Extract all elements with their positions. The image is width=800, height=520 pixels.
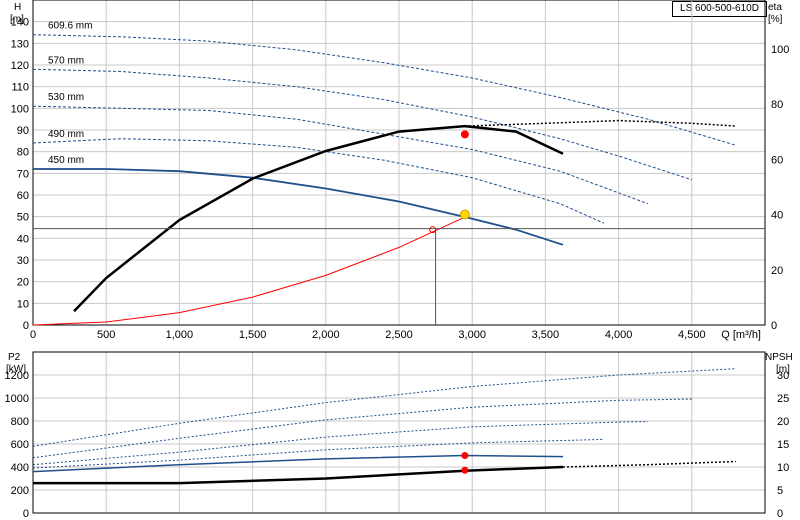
y-tick-label: 100 <box>11 103 29 115</box>
eta-tick-label: 60 <box>771 154 783 166</box>
y-axis-unit: [m] <box>10 14 24 25</box>
impeller-label: 450 mm <box>48 155 84 166</box>
x-axis-label: Q [m³/h] <box>721 329 761 341</box>
y-tick-label: 120 <box>11 60 29 72</box>
system-curve <box>32 216 466 326</box>
eta-tick-label: 80 <box>771 99 783 111</box>
impeller-label: 570 mm <box>48 55 84 66</box>
x-tick-label: 3,000 <box>458 329 486 341</box>
y-tick-label: 20 <box>17 277 29 289</box>
x-tick-label: 2,500 <box>385 329 413 341</box>
impeller-label: 530 mm <box>48 92 84 103</box>
power-marker <box>461 452 469 459</box>
power-tick-label: 800 <box>11 416 29 428</box>
efficiency-point <box>460 130 469 139</box>
x-tick-label: 1,000 <box>166 329 194 341</box>
npsh-tick-label: 15 <box>777 439 789 451</box>
power-tick-label: 0 <box>23 508 29 520</box>
npsh-tick-label: 20 <box>777 416 789 428</box>
x-tick-label: 0 <box>30 329 36 341</box>
y-tick-label: 40 <box>17 233 29 245</box>
y-tick-label: 70 <box>17 168 29 180</box>
head-curve <box>32 34 736 146</box>
y-tick-label: 60 <box>17 190 29 202</box>
power-tick-label: 200 <box>11 485 29 497</box>
power-curve <box>32 398 692 459</box>
x-tick-label: 4,000 <box>605 329 633 341</box>
npsh-tick-label: 0 <box>777 508 783 520</box>
y-tick-label: 110 <box>11 82 29 94</box>
impeller-label: 609.6 mm <box>48 21 92 32</box>
y-tick-label: 10 <box>17 298 29 310</box>
y-axis-label: H <box>14 2 21 13</box>
head-curve <box>32 105 649 205</box>
npsh-axis-label: NPSH <box>765 352 793 363</box>
eta-axis-label: eta <box>768 2 782 13</box>
power-tick-label: 1000 <box>5 393 29 405</box>
y-tick-label: 30 <box>17 255 29 267</box>
npsh-tick-label: 10 <box>777 462 789 474</box>
power-axis-label: P2 <box>8 352 21 363</box>
y-tick-label: 50 <box>17 212 29 224</box>
npsh-tick-label: 25 <box>777 393 789 405</box>
eta-tick-label: 100 <box>771 44 789 56</box>
head-curve <box>32 68 692 181</box>
x-tick-label: 500 <box>97 329 115 341</box>
power-axis-unit: [kW] <box>6 364 26 375</box>
npsh-tick-label: 5 <box>777 485 783 497</box>
x-tick-label: 2,000 <box>312 329 340 341</box>
npsh-curve-extension <box>562 460 736 468</box>
impeller-label: 490 mm <box>48 129 84 140</box>
duty-point <box>459 209 470 220</box>
efficiency-curve-extension <box>464 119 736 127</box>
y-tick-label: 90 <box>17 125 29 137</box>
power-curve <box>32 368 736 447</box>
pump-performance-chart: 0 500 1,000 1,500 2,000 2,500 3,000 3,500 4,000 4… <box>5 0 793 520</box>
npsh-marker <box>461 466 469 474</box>
npsh-curve <box>33 465 564 485</box>
eta-tick-label: 0 <box>771 320 777 332</box>
power-tick-label: 400 <box>11 462 29 474</box>
power-tick-label: 600 <box>11 439 29 451</box>
x-tick-label: 1,500 <box>239 329 267 341</box>
eta-axis-unit: [%] <box>768 14 783 25</box>
selected-head-curve <box>33 168 564 246</box>
y-tick-label: 0 <box>23 320 29 332</box>
x-tick-label: 3,500 <box>532 329 560 341</box>
y-tick-label: 130 <box>11 38 29 50</box>
eta-tick-label: 20 <box>771 265 783 277</box>
npsh-axis-unit: [m] <box>776 364 790 375</box>
x-tick-label: 4,500 <box>678 329 706 341</box>
y-tick-label: 80 <box>17 147 29 159</box>
eta-tick-label: 40 <box>771 210 783 222</box>
